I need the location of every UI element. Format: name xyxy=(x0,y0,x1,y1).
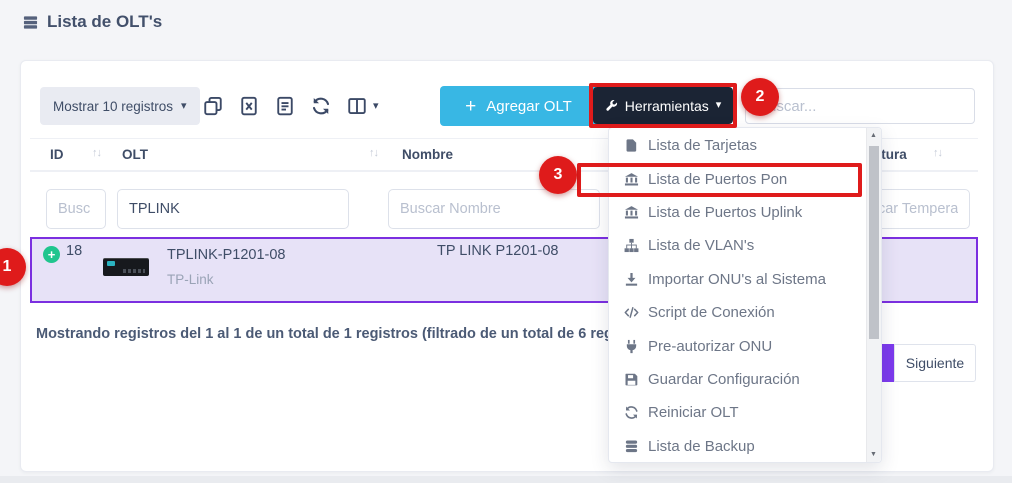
export-file-button[interactable] xyxy=(275,96,295,116)
show-entries-select[interactable]: Mostrar 10 registros ▾ xyxy=(40,87,200,125)
sitemap-icon xyxy=(624,238,639,253)
menu-item-lista-de-tarjetas[interactable]: Lista de Tarjetas xyxy=(609,129,881,162)
dropdown-scrollbar[interactable]: ▲ ▼ xyxy=(866,128,881,462)
device-ports xyxy=(123,269,145,273)
cell-olt-model: TPLINK-P1201-08 xyxy=(167,247,285,263)
bank-icon xyxy=(624,172,639,187)
add-olt-button[interactable]: + Agregar OLT xyxy=(440,86,597,126)
cell-id: 18 xyxy=(66,243,82,259)
simcard-icon xyxy=(624,138,639,153)
add-olt-label: Agregar OLT xyxy=(486,98,572,115)
tplink-logo xyxy=(107,261,115,266)
show-entries-label: Mostrar 10 registros xyxy=(53,99,173,114)
window-bottom-strip xyxy=(0,476,1012,483)
tools-dropdown-menu: Lista de Tarjetas Lista de Puertos Pon L… xyxy=(608,127,882,463)
filter-olt-input[interactable] xyxy=(117,189,349,229)
menu-item-label: Importar ONU's al Sistema xyxy=(648,271,826,288)
bank-icon xyxy=(624,205,639,220)
chevron-down-icon: ▾ xyxy=(373,101,379,112)
column-header-nombre[interactable]: Nombre xyxy=(402,147,453,162)
menu-item-label: Pre-autorizar ONU xyxy=(648,338,772,355)
menu-item-importar-onus[interactable]: Importar ONU's al Sistema xyxy=(609,263,881,296)
olt-product-image xyxy=(103,258,149,276)
page-title-text: Lista de OLT's xyxy=(47,12,162,32)
menu-item-reiniciar-olt[interactable]: Reiniciar OLT xyxy=(609,396,881,429)
menu-item-script-de-conexion[interactable]: Script de Conexión xyxy=(609,296,881,329)
olt-list-page: Lista de OLT's Mostrar 10 registros ▾ ▾ … xyxy=(0,0,1012,483)
filter-id-input[interactable] xyxy=(46,189,106,229)
scrollbar-thumb[interactable] xyxy=(869,146,879,339)
pagination-next-button[interactable]: Siguiente xyxy=(894,344,976,382)
sort-icon[interactable]: ↑↓ xyxy=(92,147,101,159)
scroll-up-icon[interactable]: ▲ xyxy=(867,132,880,139)
database-icon xyxy=(624,439,639,454)
refresh-icon xyxy=(311,96,331,116)
menu-item-label: Lista de Puertos Uplink xyxy=(648,204,802,221)
menu-item-label: Reiniciar OLT xyxy=(648,404,739,421)
records-summary: Mostrando registros del 1 al 1 de un tot… xyxy=(36,326,657,342)
menu-item-lista-de-puertos-pon[interactable]: Lista de Puertos Pon xyxy=(609,162,881,195)
download-icon xyxy=(624,272,639,287)
menu-item-label: Guardar Configuración xyxy=(648,371,800,388)
copy-icon xyxy=(203,96,223,116)
menu-item-guardar-configuracion[interactable]: Guardar Configuración xyxy=(609,363,881,396)
menu-item-pre-autorizar-onu[interactable]: Pre-autorizar ONU xyxy=(609,329,881,362)
menu-item-label: Script de Conexión xyxy=(648,304,775,321)
column-header-id[interactable]: ID xyxy=(50,147,64,162)
copy-button[interactable] xyxy=(203,96,223,116)
servers-icon xyxy=(22,15,39,30)
refresh-icon xyxy=(624,405,639,420)
cell-nombre: TP LINK P1201-08 xyxy=(437,243,558,259)
columns-icon xyxy=(347,96,367,116)
menu-item-label: Lista de Tarjetas xyxy=(648,137,757,154)
sort-icon[interactable]: ↑↓ xyxy=(369,147,378,159)
menu-item-label: Lista de VLAN's xyxy=(648,237,754,254)
sort-icon[interactable]: ↑↓ xyxy=(933,147,942,159)
expand-row-button[interactable]: + xyxy=(43,246,60,263)
tools-label: Herramientas xyxy=(625,98,709,114)
refresh-button[interactable] xyxy=(311,96,331,116)
wrench-icon xyxy=(605,99,618,112)
page-title: Lista de OLT's xyxy=(22,12,162,32)
column-header-olt[interactable]: OLT xyxy=(122,147,148,162)
save-icon xyxy=(624,372,639,387)
plus-icon: + xyxy=(465,97,476,116)
search-input[interactable] xyxy=(745,88,975,124)
file-icon xyxy=(275,96,295,116)
export-excel-button[interactable] xyxy=(239,96,259,116)
excel-icon xyxy=(239,96,259,116)
menu-item-lista-de-vlans[interactable]: Lista de VLAN's xyxy=(609,229,881,262)
menu-item-lista-de-puertos-uplink[interactable]: Lista de Puertos Uplink xyxy=(609,196,881,229)
cell-olt-brand: TP-Link xyxy=(167,272,214,287)
code-icon xyxy=(624,305,639,320)
column-visibility-button[interactable]: ▾ xyxy=(347,96,379,116)
plug-icon xyxy=(624,339,639,354)
scroll-down-icon[interactable]: ▼ xyxy=(867,451,880,458)
chevron-down-icon: ▾ xyxy=(716,100,722,111)
menu-item-label: Lista de Backup xyxy=(648,438,755,455)
filter-nombre-input[interactable] xyxy=(388,189,600,229)
menu-item-label: Lista de Puertos Pon xyxy=(648,171,787,188)
tools-dropdown-button[interactable]: Herramientas ▾ xyxy=(593,87,733,124)
menu-item-lista-de-backup[interactable]: Lista de Backup xyxy=(609,430,881,463)
chevron-down-icon: ▾ xyxy=(181,101,187,112)
